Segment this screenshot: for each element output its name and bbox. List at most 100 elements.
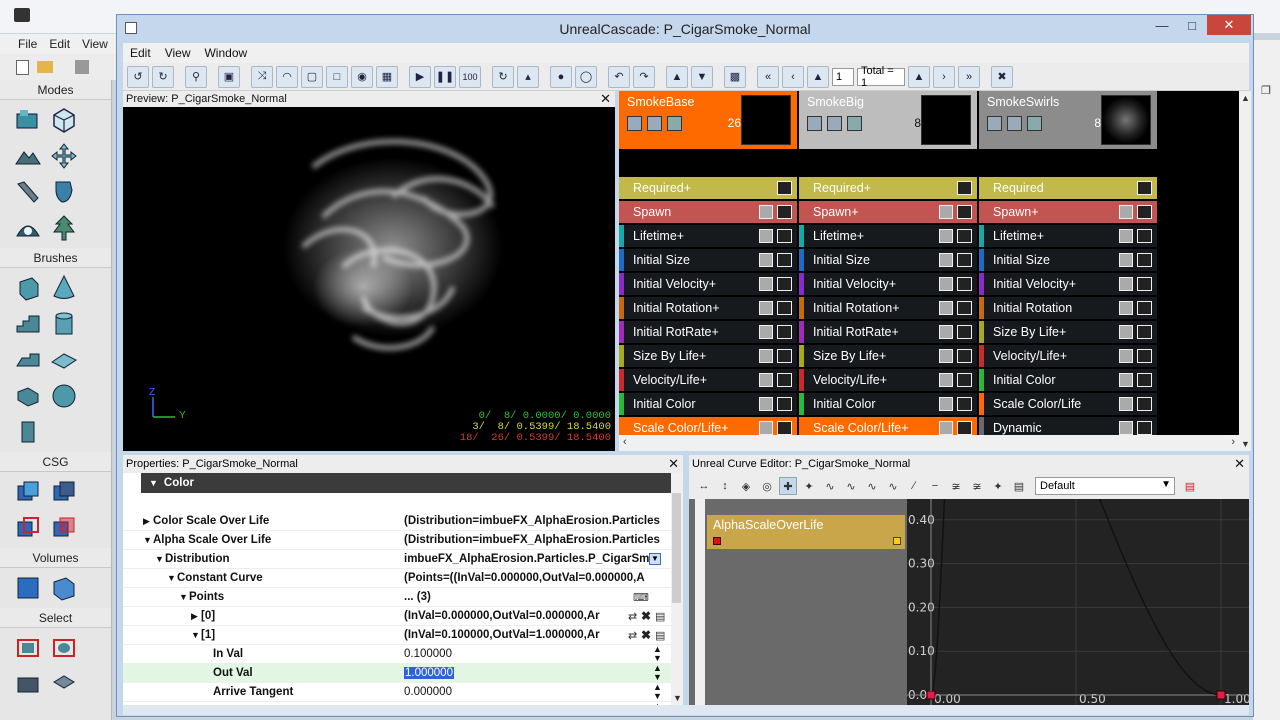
preview-viewport[interactable]: Y Z 0/ 8/ 0.0000/ 0.0000 3/ 8/ 0.5399/ 1… bbox=[123, 107, 615, 451]
scroll-down-icon[interactable]: ▼ bbox=[1241, 439, 1250, 449]
restore-icon[interactable]: ❐ bbox=[1261, 84, 1271, 97]
module-row[interactable]: Initial Color bbox=[619, 393, 797, 415]
place-mode-icon[interactable] bbox=[12, 104, 44, 136]
module-enable-checkbox[interactable] bbox=[939, 253, 953, 267]
prev-lod-icon[interactable]: ‹ bbox=[782, 65, 804, 88]
module-row[interactable]: Spawn bbox=[619, 201, 797, 223]
module-curve-icon[interactable] bbox=[957, 277, 972, 291]
expand-arrow-icon[interactable]: ▶ bbox=[143, 516, 150, 527]
track-color-swatch[interactable] bbox=[713, 537, 721, 545]
module-curve-icon[interactable] bbox=[957, 181, 972, 195]
landscape-mode-icon[interactable] bbox=[12, 140, 44, 172]
emitter-render-mode-icon[interactable] bbox=[827, 116, 842, 131]
emitter-render-mode-icon[interactable] bbox=[647, 116, 662, 131]
module-enable-checkbox[interactable] bbox=[759, 349, 773, 363]
tangent-auto-icon[interactable]: ∿ bbox=[821, 477, 839, 495]
module-curve-icon[interactable] bbox=[1137, 253, 1152, 267]
module-curve-icon[interactable] bbox=[957, 301, 972, 315]
module-enable-checkbox[interactable] bbox=[939, 205, 953, 219]
select-volume-icon[interactable] bbox=[48, 632, 80, 664]
module-enable-checkbox[interactable] bbox=[759, 301, 773, 315]
module-curve-icon[interactable] bbox=[1137, 421, 1152, 435]
lod-up-icon[interactable]: ▲ bbox=[666, 65, 688, 88]
save-icon[interactable] bbox=[75, 60, 89, 74]
lit-icon[interactable]: ◉ bbox=[351, 65, 373, 88]
wireframe-icon[interactable]: □ bbox=[326, 65, 348, 88]
sphere-brush-icon[interactable] bbox=[48, 380, 80, 412]
redo-icon[interactable]: ↷ bbox=[633, 65, 655, 88]
module-row[interactable]: Dynamic bbox=[979, 417, 1157, 435]
fit-all-icon[interactable]: ◈ bbox=[737, 477, 755, 495]
module-enable-checkbox[interactable] bbox=[939, 349, 953, 363]
pan-mode-icon[interactable]: ✚ bbox=[779, 477, 797, 495]
orbit-icon[interactable]: ◠ bbox=[276, 65, 298, 88]
edit-entry-icon[interactable]: ⇄ bbox=[628, 610, 637, 623]
emitter-render-mode-icon[interactable] bbox=[1007, 116, 1022, 131]
add-lod-after-icon[interactable]: ▲ bbox=[908, 65, 930, 88]
thumbnail-icon[interactable]: ▣ bbox=[218, 65, 240, 88]
emitter-horizontal-scrollbar[interactable]: ‹ › bbox=[619, 435, 1239, 451]
module-enable-checkbox[interactable] bbox=[1119, 397, 1133, 411]
curve-graph[interactable]: 0.40 0.30 0.20 0.10 0.00 0.00 0.50 1.00 bbox=[907, 499, 1249, 705]
property-value[interactable]: (InVal=0.100000,OutVal=1.000000,Ar bbox=[404, 629, 664, 641]
category-color[interactable]: ▼ Color bbox=[141, 473, 671, 493]
module-row[interactable]: Required+ bbox=[619, 177, 797, 199]
property-value[interactable]: (InVal=0.000000,OutVal=0.000000,Ar bbox=[404, 610, 664, 622]
module-enable-checkbox[interactable] bbox=[939, 229, 953, 243]
loop-icon[interactable]: ↻ bbox=[492, 65, 514, 88]
create-tab-icon[interactable]: ▤ bbox=[1010, 477, 1028, 495]
module-curve-icon[interactable] bbox=[777, 181, 792, 195]
curve-tab-dropdown[interactable]: Default ▼ bbox=[1035, 477, 1175, 495]
module-curve-icon[interactable] bbox=[957, 349, 972, 363]
module-row[interactable]: Initial Size bbox=[979, 249, 1157, 271]
regen-lod-icon[interactable]: ▩ bbox=[724, 65, 746, 88]
module-row[interactable]: Initial RotRate+ bbox=[619, 321, 797, 343]
delete-lod-icon[interactable]: ✖ bbox=[991, 65, 1013, 88]
module-row[interactable]: Required+ bbox=[799, 177, 977, 199]
module-row[interactable]: Required bbox=[979, 177, 1157, 199]
properties-close-icon[interactable]: ✕ bbox=[668, 456, 679, 472]
menu-view[interactable]: View bbox=[165, 46, 191, 60]
axes-icon[interactable]: ⤨ bbox=[251, 65, 273, 88]
emitter-solo-icon[interactable] bbox=[847, 116, 862, 131]
duplicate-entry-icon[interactable]: ▤ bbox=[655, 629, 665, 642]
tangent-user-icon[interactable]: ∿ bbox=[863, 477, 881, 495]
property-row[interactable]: ▼ Distribution imbueFX_AlphaErosion.Partic… bbox=[123, 550, 671, 569]
first-lod-icon[interactable]: « bbox=[757, 65, 779, 88]
module-enable-checkbox[interactable] bbox=[939, 301, 953, 315]
module-row[interactable]: Initial RotRate+ bbox=[799, 321, 977, 343]
linear-icon[interactable]: ∕ bbox=[905, 477, 923, 495]
module-curve-icon[interactable] bbox=[777, 349, 792, 363]
mesh-paint-icon[interactable] bbox=[48, 176, 80, 208]
module-curve-icon[interactable] bbox=[777, 421, 792, 435]
background-color-icon[interactable]: ● bbox=[550, 65, 572, 88]
delete-entry-icon[interactable]: ✖ bbox=[641, 628, 651, 642]
fit-horizontal-icon[interactable]: ↔ bbox=[695, 477, 713, 495]
module-row[interactable]: Initial Rotation bbox=[979, 297, 1157, 319]
bounds-icon[interactable]: ▢ bbox=[301, 65, 323, 88]
module-curve-icon[interactable] bbox=[957, 373, 972, 387]
property-value[interactable]: imbueFX_AlphaErosion.Particles.P_CigarSm bbox=[404, 553, 664, 565]
csg-subtract-icon[interactable] bbox=[48, 476, 80, 508]
module-curve-icon[interactable] bbox=[1137, 301, 1152, 315]
module-enable-checkbox[interactable] bbox=[939, 373, 953, 387]
module-curve-icon[interactable] bbox=[777, 373, 792, 387]
restart-level-icon[interactable]: ↻ bbox=[152, 65, 174, 88]
module-enable-checkbox[interactable] bbox=[759, 397, 773, 411]
module-curve-icon[interactable] bbox=[1137, 205, 1152, 219]
zoom-mode-icon[interactable]: ✦ bbox=[800, 477, 818, 495]
module-row[interactable]: Initial Size bbox=[799, 249, 977, 271]
next-lod-icon[interactable]: › bbox=[933, 65, 955, 88]
module-row[interactable]: Scale Color/Life+ bbox=[619, 417, 797, 435]
lod-input[interactable]: 1 bbox=[832, 67, 854, 86]
plane-brush-icon[interactable] bbox=[48, 344, 80, 376]
curve-key-point[interactable] bbox=[926, 690, 936, 700]
module-row[interactable]: Initial Rotation+ bbox=[619, 297, 797, 319]
csg-intersect-icon[interactable] bbox=[12, 512, 44, 544]
module-curve-icon[interactable] bbox=[957, 229, 972, 243]
select-actor-icon[interactable] bbox=[12, 668, 44, 700]
stairs-brush-icon[interactable] bbox=[12, 308, 44, 340]
curve-list-scrollbar[interactable] bbox=[695, 499, 705, 705]
module-curve-icon[interactable] bbox=[957, 397, 972, 411]
properties-scroll-down-icon[interactable]: ▼ bbox=[673, 693, 682, 703]
